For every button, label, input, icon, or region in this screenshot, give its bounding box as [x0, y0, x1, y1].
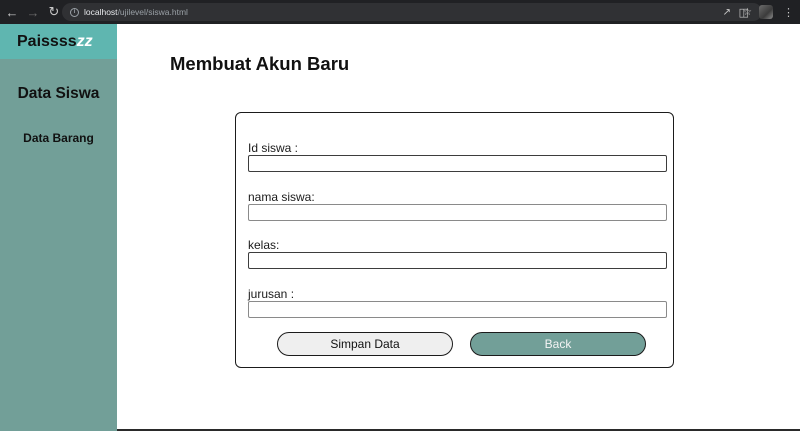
menu-kebab-icon[interactable]: ⋮ — [783, 6, 794, 19]
brand-logo: Paissss zz — [0, 24, 117, 59]
info-icon[interactable]: i — [70, 7, 79, 17]
reload-icon[interactable]: ↻ — [45, 3, 63, 21]
jurusan-label: jurusan : — [248, 287, 295, 301]
profile-avatar[interactable] — [759, 5, 773, 19]
url-path: /ujilevel/siswa.html — [117, 7, 188, 17]
share-icon[interactable]: ↗ — [723, 7, 731, 18]
create-account-form: Id siswa : nama siswa: kelas: jurusan : … — [235, 112, 674, 368]
nama-siswa-input[interactable] — [248, 204, 667, 221]
url-host: localhost — [84, 7, 118, 17]
brand-accent-text: zz — [76, 32, 93, 50]
brand-main-text: Paissss — [17, 32, 77, 50]
sidebar-item-data-siswa[interactable]: Data Siswa — [0, 85, 117, 103]
sidebar-item-data-barang[interactable]: Data Barang — [0, 131, 117, 145]
back-button[interactable]: Back — [470, 332, 646, 356]
page-title: Membuat Akun Baru — [170, 53, 350, 74]
kelas-input[interactable] — [248, 252, 667, 269]
id-siswa-input[interactable] — [248, 155, 667, 172]
browser-toolbar: ← → ↻ i localhost/ujilevel/siswa.html ↗ … — [0, 0, 800, 24]
id-siswa-label: Id siswa : — [248, 141, 299, 155]
kelas-label: kelas: — [248, 238, 280, 252]
forward-arrow-icon[interactable]: → — [24, 3, 42, 21]
jurusan-input[interactable] — [248, 301, 667, 318]
sidebar: Paissss zz Data Siswa Data Barang — [0, 24, 117, 431]
side-panel-icon[interactable]: ◫ — [739, 6, 749, 19]
save-data-button[interactable]: Simpan Data — [277, 332, 453, 356]
address-bar[interactable]: i localhost/ujilevel/siswa.html ↗ ☆ — [62, 3, 762, 21]
back-arrow-icon[interactable]: ← — [3, 3, 21, 21]
nama-siswa-label: nama siswa: — [248, 190, 315, 204]
